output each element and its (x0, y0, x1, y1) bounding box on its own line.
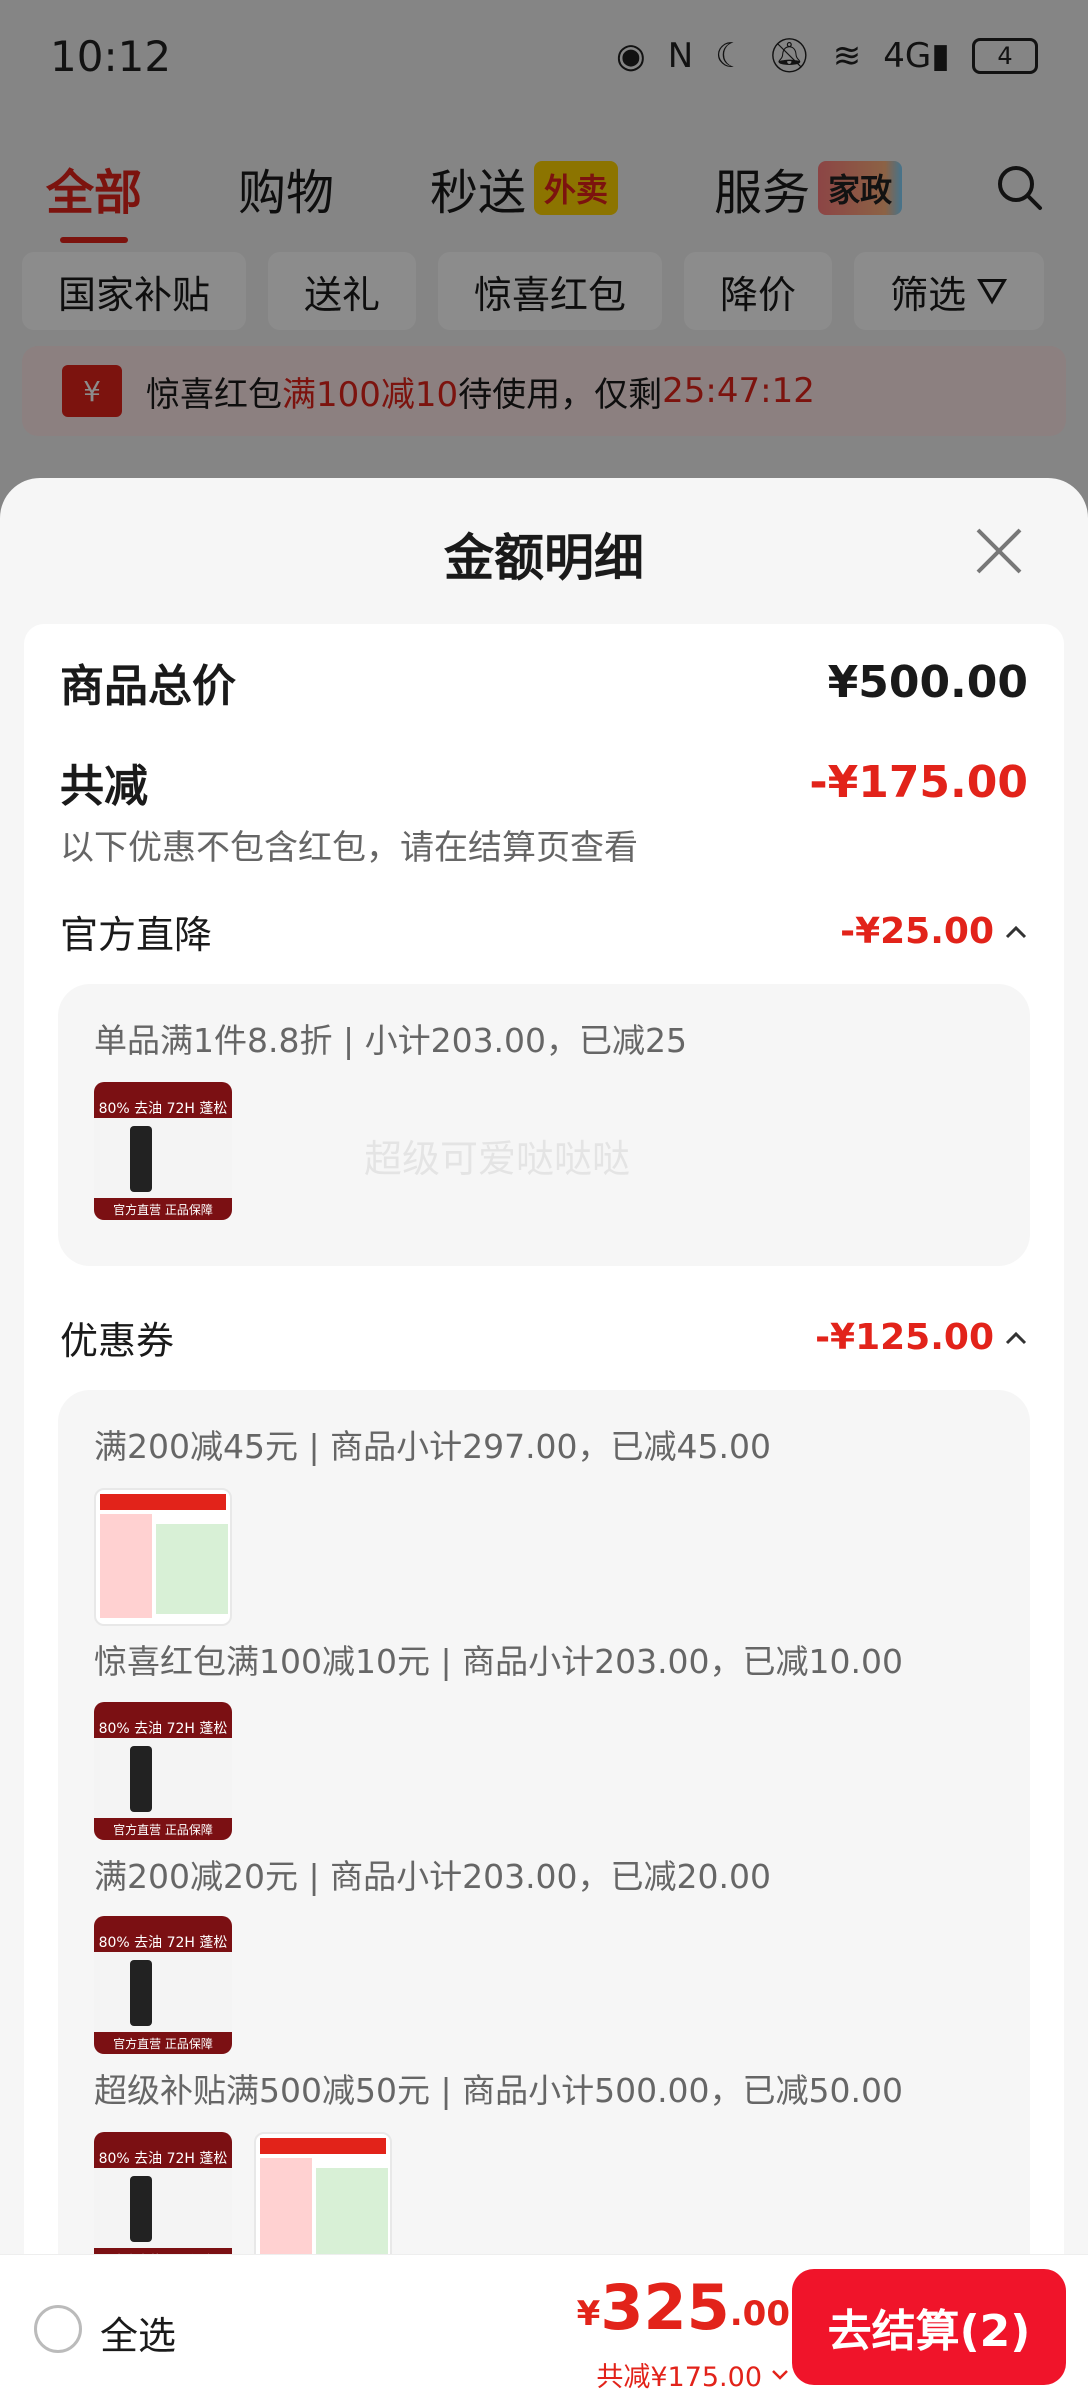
close-icon[interactable] (972, 524, 1026, 578)
amount-detail-sheet: 金额明细 商品总价 ¥500.00 共减 -¥175.00 以下优惠不包含红包，… (0, 478, 1088, 2400)
product-thumb-vitamin[interactable] (254, 2132, 392, 2270)
detail-card: 商品总价 ¥500.00 共减 -¥175.00 以下优惠不包含红包，请在结算页… (24, 624, 1064, 2400)
reduce-value: -¥175.00 (809, 756, 1028, 808)
coupon-line: 满200减45元 | 商品小计297.00，已减45.00 (94, 1427, 772, 1466)
official-section-header[interactable]: 官方直降 -¥25.00 (60, 904, 1028, 959)
chevron-up-icon (1005, 1331, 1027, 1344)
select-all-label[interactable]: 全选 (100, 2305, 176, 2360)
product-thumb-vitamin[interactable] (94, 1488, 232, 1626)
coupon-detail-box: 满200减45元 | 商品小计297.00，已减45.00 惊喜红包满100减1… (58, 1390, 1030, 2400)
chevron-down-icon (772, 2369, 788, 2380)
product-thumb-shampoo[interactable]: 80% 去油 72H 蓬松官方直营 正品保障 (94, 2132, 232, 2270)
reduce-note: 以下优惠不包含红包，请在结算页查看 (60, 828, 638, 868)
goods-total-value: ¥500.00 (827, 656, 1028, 708)
total-reduce-toggle[interactable]: 共减¥175.00 (596, 2355, 790, 2394)
official-detail-box: 单品满1件8.8折 | 小计203.00，已减25 80% 去油 72H 蓬松官… (58, 984, 1030, 1266)
total-price: ¥ 325 .00 (576, 2271, 790, 2344)
coupon-line: 满200减20元 | 商品小计203.00，已减20.00 (94, 1857, 772, 1896)
chevron-up-icon (1005, 925, 1027, 938)
product-thumb-shampoo[interactable]: 80% 去油 72H 蓬松官方直营 正品保障 (94, 1702, 232, 1840)
coupon-section-header[interactable]: 优惠券 -¥125.00 (60, 1310, 1028, 1365)
select-all-radio[interactable] (34, 2305, 82, 2353)
coupon-line: 惊喜红包满100减10元 | 商品小计203.00，已减10.00 (94, 1642, 904, 1681)
coupon-line: 超级补贴满500减50元 | 商品小计500.00，已减50.00 (94, 2071, 904, 2110)
bottle-image (130, 1126, 152, 1192)
checkout-bar: 全选 ¥ 325 .00 共减¥175.00 去结算(2) (0, 2254, 1088, 2400)
official-line: 单品满1件8.8折 | 小计203.00，已减25 (94, 1021, 688, 1060)
reduce-row: 共减 -¥175.00 (60, 756, 1028, 813)
goods-total-row: 商品总价 ¥500.00 (60, 656, 1028, 713)
official-amount: -¥25.00 (840, 911, 994, 952)
product-thumb-shampoo[interactable]: 80% 去油 72H 蓬松官方直营 正品保障 (94, 1082, 232, 1220)
coupon-amount: -¥125.00 (815, 1317, 994, 1358)
checkout-button[interactable]: 去结算(2) (792, 2269, 1066, 2385)
watermark-text: 超级可爱哒哒哒 (364, 1137, 631, 1181)
sheet-title: 金额明细 (444, 529, 644, 587)
product-thumb-shampoo[interactable]: 80% 去油 72H 蓬松官方直营 正品保障 (94, 1916, 232, 2054)
